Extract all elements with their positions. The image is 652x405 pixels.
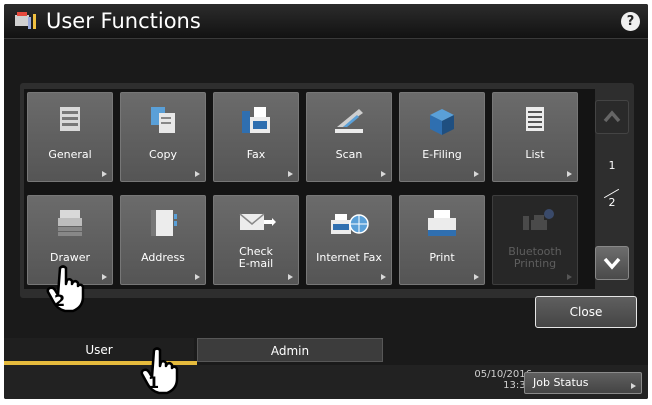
arrow-icon [567, 171, 572, 177]
chevron-up-icon [603, 110, 621, 123]
tile-label: Fax [246, 148, 266, 161]
hand-pointer-icon: 1 [140, 346, 184, 396]
tile-label: List [525, 148, 545, 161]
arrow-icon [102, 274, 107, 280]
tile-label: General [48, 148, 92, 161]
tile-copy[interactable]: Copy [120, 92, 206, 182]
arrow-icon [288, 171, 293, 177]
tile-address[interactable]: Address [120, 195, 206, 285]
arrow-icon [474, 171, 479, 177]
tile-list[interactable]: List [492, 92, 578, 182]
tile-label: E-Filing [422, 148, 462, 161]
list-document-icon [526, 107, 544, 131]
callout-number: 2 [54, 291, 66, 310]
tile-bluetooth-printing: Bluetooth Printing [492, 195, 578, 285]
address-book-icon [151, 210, 177, 236]
tile-general[interactable]: General [27, 92, 113, 182]
tile-check-e-mail[interactable]: Check E-mail [213, 195, 299, 285]
job-status-label: Job Status [533, 376, 589, 389]
internet-fax-icon [331, 214, 369, 234]
printer-icon [428, 210, 456, 236]
function-panel: General Copy Fax Scan E-Filing List Drawer Addr… [20, 83, 634, 298]
printer-document-icon [60, 107, 80, 131]
arrow-icon [381, 274, 386, 280]
copy-documents-icon [151, 107, 175, 133]
arrow-icon [567, 274, 572, 280]
job-status-button[interactable]: Job Status [524, 372, 642, 394]
tile-label: Copy [149, 148, 177, 161]
user-functions-icon [15, 12, 36, 29]
title-bar: User Functions ? [4, 4, 648, 39]
arrow-icon [474, 274, 479, 280]
page-down-button[interactable] [595, 246, 629, 280]
tile-label: Internet Fax [316, 251, 382, 264]
scanner-icon [335, 109, 363, 133]
help-button[interactable]: ? [621, 12, 640, 31]
tile-label: Drawer [49, 251, 91, 264]
datetime: 05/10/2016 13:30 [456, 369, 532, 391]
tile-print[interactable]: Print [399, 195, 485, 285]
hand-pointer-icon: 2 [46, 264, 90, 314]
envelope-icon [239, 213, 276, 230]
page-up-button[interactable] [595, 100, 629, 134]
arrow-icon [288, 274, 293, 280]
tile-label: Bluetooth Printing [508, 245, 562, 270]
bluetooth-printer-icon [523, 209, 554, 230]
tile-label: Check E-mail [238, 245, 274, 270]
time-text: 13:30 [503, 380, 532, 391]
arrow-icon [102, 171, 107, 177]
arrow-icon [195, 171, 200, 177]
arrow-icon [195, 274, 200, 280]
tile-label: Address [141, 251, 185, 264]
tile-scan[interactable]: Scan [306, 92, 392, 182]
callout-number: 1 [148, 373, 160, 392]
date-text: 05/10/2016 [474, 369, 532, 380]
screen: User Functions ? General Copy Fax Scan E-Fil… [4, 4, 648, 399]
page-title: User Functions [46, 9, 201, 33]
tile-label: Print [429, 251, 455, 264]
arrow-icon [631, 383, 636, 389]
drawer-printer-icon [58, 210, 82, 236]
tile-fax[interactable]: Fax [213, 92, 299, 182]
close-button[interactable]: Close [535, 296, 637, 328]
page-current: 1 [608, 159, 616, 172]
chevron-down-icon [603, 257, 621, 270]
tile-label: Scan [335, 148, 363, 161]
arrow-icon [381, 171, 386, 177]
page-total: 2 [608, 196, 616, 209]
tile-internet-fax[interactable]: Internet Fax [306, 195, 392, 285]
file-box-icon [430, 109, 454, 135]
tab-admin[interactable]: Admin [197, 338, 383, 362]
fax-machine-icon [242, 107, 270, 133]
tile-e-filing[interactable]: E-Filing [399, 92, 485, 182]
